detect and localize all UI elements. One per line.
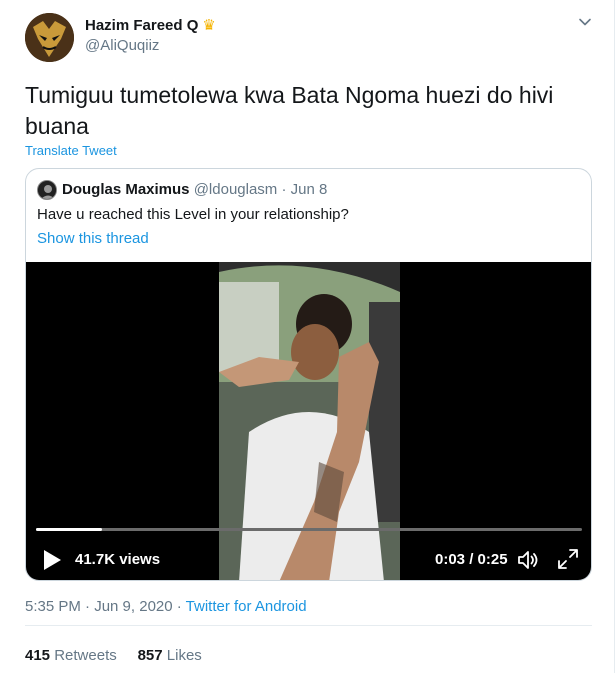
author-handle[interactable]: @AliQuqiiz (85, 37, 159, 54)
chevron-down-icon[interactable] (578, 15, 592, 29)
quoted-tweet[interactable]: Douglas Maximus @ldouglasm · Jun 8 Have … (25, 168, 592, 581)
divider (25, 625, 592, 626)
author-avatar[interactable] (25, 13, 74, 62)
quoted-separator: · (281, 181, 287, 198)
video-time: 0:03 / 0:25 (435, 551, 508, 568)
video-progress-fill (36, 528, 102, 531)
quoted-author-handle: @ldouglasm (193, 181, 278, 198)
tweet-source[interactable]: Twitter for Android (186, 598, 307, 615)
crown-icon: ♛ (202, 17, 216, 34)
likes-count: 857 (137, 647, 163, 664)
tweet-text: Tumiguu tumetolewa kwa Bata Ngoma huezi … (25, 82, 554, 139)
volume-icon[interactable] (516, 548, 540, 572)
meta-separator: · (176, 598, 182, 615)
fullscreen-icon[interactable] (557, 548, 579, 570)
quoted-author-avatar (37, 180, 57, 200)
tweet-stats: 415 Retweets 857 Likes (25, 647, 202, 664)
retweets-label: Retweets (54, 647, 117, 664)
show-thread-link[interactable]: Show this thread (37, 230, 149, 247)
author-display-name[interactable]: Hazim Fareed Q ♛ (85, 16, 216, 35)
retweets-stat[interactable]: 415 Retweets (25, 647, 121, 664)
author-name-text[interactable]: Hazim Fareed Q (85, 17, 198, 34)
video-progress-bar[interactable] (36, 528, 582, 531)
likes-label: Likes (166, 647, 202, 664)
quoted-header: Douglas Maximus @ldouglasm · Jun 8 (62, 181, 327, 198)
tweet-meta: 5:35 PM · Jun 9, 2020 · Twitter for Andr… (25, 598, 307, 615)
tweet-card: Hazim Fareed Q ♛ @AliQuqiiz Tumiguu tume… (0, 0, 615, 673)
play-icon[interactable] (42, 549, 62, 571)
video-player[interactable]: 41.7K views 0:03 / 0:25 (26, 262, 591, 580)
video-thumbnail (219, 262, 400, 580)
retweets-count: 415 (25, 647, 51, 664)
translate-tweet-link[interactable]: Translate Tweet (25, 143, 117, 158)
likes-stat[interactable]: 857 Likes (138, 647, 202, 664)
quoted-author-name: Douglas Maximus (62, 181, 190, 198)
video-views: 41.7K views (75, 551, 161, 568)
quoted-date: Jun 8 (290, 181, 328, 198)
tweet-timestamp[interactable]: 5:35 PM · Jun 9, 2020 (25, 598, 173, 615)
quoted-text: Have u reached this Level in your relati… (37, 206, 349, 223)
